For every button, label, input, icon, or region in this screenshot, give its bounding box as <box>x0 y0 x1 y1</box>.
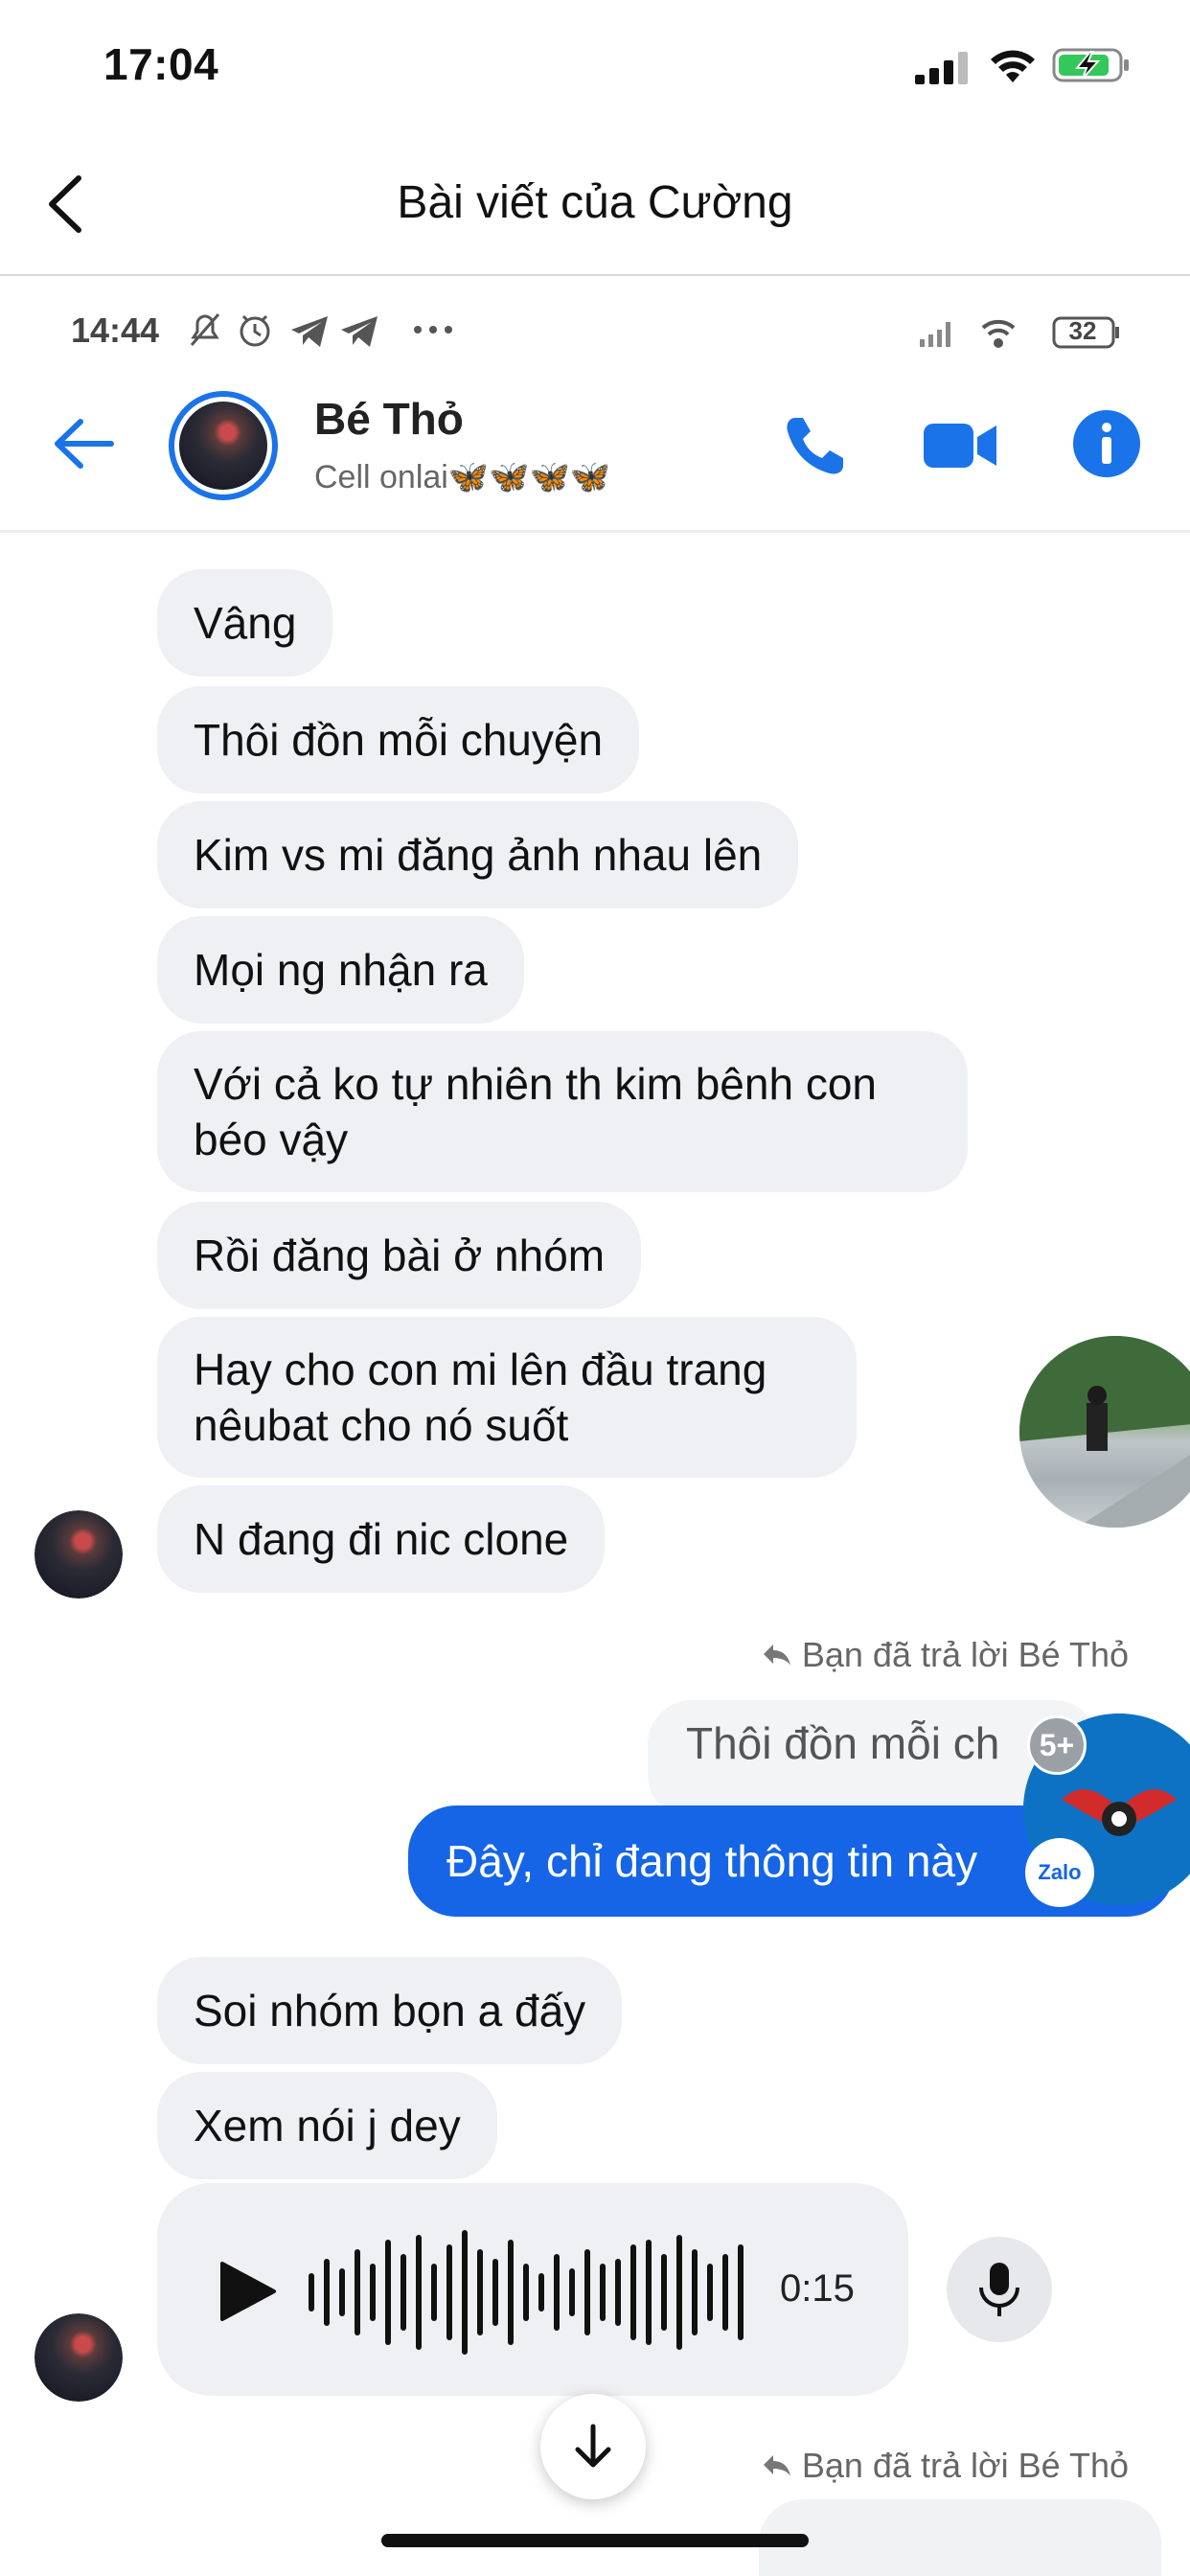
voice-message[interactable]: 0:15 <box>157 2183 908 2396</box>
waveform-bar <box>615 2259 621 2326</box>
message-bubble[interactable]: Kim vs mi đăng ảnh nhau lên <box>157 801 799 908</box>
waveform-bar <box>646 2240 652 2345</box>
ios-status-bar: 17:04 <box>0 0 1190 134</box>
signal-bars-icon <box>920 322 950 347</box>
waveform-bar <box>584 2249 590 2335</box>
message-bubble[interactable]: Với cả ko tự nhiên th kim bênh con béo v… <box>157 1031 968 1192</box>
reply-note: Bạn đã trả lời Bé Thỏ <box>762 1635 1129 1675</box>
chat-header: Bé Thỏ Cell onlai🦋🦋🦋🦋 <box>0 374 1190 533</box>
partial-message-bubble <box>759 2499 1161 2576</box>
waveform-bar <box>554 2254 560 2331</box>
signal-icon <box>915 52 968 84</box>
status-time: 17:04 <box>103 39 219 89</box>
outer-nav-bar: Bài viết của Cường <box>0 134 1190 276</box>
scroll-to-bottom-button[interactable] <box>540 2394 646 2499</box>
waveform-bar <box>431 2264 437 2321</box>
mic-button[interactable] <box>947 2237 1052 2342</box>
photo-image <box>1019 1336 1190 1528</box>
reply-note-text: Bạn đã trả lời Bé Thỏ <box>801 1635 1129 1674</box>
waveform-bar <box>738 2244 744 2340</box>
home-indicator <box>381 2534 809 2547</box>
avatar-image <box>179 402 267 490</box>
waveform-bar <box>508 2240 514 2345</box>
waveform-bar <box>309 2273 314 2312</box>
photo-thumbnail[interactable] <box>1019 1336 1190 1528</box>
page-title: Bài viết của Cường <box>397 177 793 228</box>
waveform-bar <box>630 2244 636 2340</box>
sender-avatar[interactable] <box>34 2313 123 2402</box>
reply-note: Bạn đã trả lời Bé Thỏ <box>762 2446 1129 2486</box>
waveform-bar <box>707 2264 713 2321</box>
waveform-bar <box>385 2240 391 2345</box>
phone-icon[interactable] <box>782 412 849 479</box>
embedded-status-time: 14:44 <box>71 310 160 350</box>
contact-status: Cell onlai🦋🦋🦋🦋 <box>314 459 611 495</box>
waveform-bar <box>339 2268 345 2316</box>
wifi-small-icon <box>981 319 1016 348</box>
video-icon[interactable] <box>922 414 998 477</box>
contact-name[interactable]: Bé Thỏ <box>314 393 464 445</box>
waveform-bar <box>722 2254 728 2331</box>
embedded-status-bar: 14:44 32 <box>0 288 1190 374</box>
zalo-app-badge: Zalo <box>1025 1838 1094 1907</box>
waveform-bar <box>492 2259 498 2326</box>
battery-level: 32 <box>1068 316 1097 345</box>
voice-duration: 0:15 <box>780 2267 855 2310</box>
arrow-down-icon <box>575 2424 611 2468</box>
mic-icon <box>979 2263 1019 2316</box>
waveform-bar <box>324 2259 330 2326</box>
play-icon[interactable] <box>215 2260 278 2323</box>
waveform-bar <box>462 2230 468 2355</box>
waveform-bar <box>446 2244 452 2340</box>
message-bubble[interactable]: Rồi đăng bài ở nhóm <box>157 1202 642 1309</box>
reply-note-text: Bạn đã trả lời Bé Thỏ <box>801 2446 1129 2485</box>
reply-icon <box>763 1644 790 1666</box>
info-icon[interactable] <box>1071 408 1142 479</box>
waveform-bar <box>538 2273 544 2312</box>
more-icon <box>414 326 452 334</box>
waveform-bar <box>692 2249 698 2335</box>
telegram-icon-2 <box>341 316 378 347</box>
message-bubble[interactable]: Mọi ng nhận ra <box>157 916 524 1024</box>
message-bubble[interactable]: Soi nhóm bọn a đấy <box>157 1957 623 2064</box>
message-bubble[interactable]: Xem nói j dey <box>157 2072 497 2179</box>
reply-icon <box>763 2455 790 2476</box>
waveform-bar <box>661 2254 667 2331</box>
message-bubble[interactable]: Hay cho con mi lên đầu trang nêubat cho … <box>157 1317 857 1478</box>
wifi-icon <box>991 50 1035 82</box>
waveform-bar <box>676 2235 682 2350</box>
notification-icons <box>190 313 452 347</box>
message-bubble[interactable]: Thôi đồn mỗi chuyện <box>157 686 640 794</box>
waveform-bar <box>569 2268 575 2316</box>
sender-avatar[interactable] <box>34 1510 123 1598</box>
waveform-bar <box>416 2235 422 2350</box>
arrow-left-icon[interactable] <box>52 416 115 472</box>
mute-icon <box>190 313 220 346</box>
waveform-bar <box>477 2249 483 2335</box>
message-bubble[interactable]: N đang đi nic clone <box>157 1485 606 1593</box>
contact-avatar[interactable] <box>169 391 278 500</box>
waveform-bar <box>370 2264 376 2321</box>
battery-charging-icon <box>1052 48 1129 82</box>
message-bubble[interactable]: Vâng <box>157 569 333 677</box>
waveform-bar <box>523 2264 529 2321</box>
telegram-icon <box>291 316 328 347</box>
waveform-bar <box>400 2254 406 2331</box>
unread-count-badge: 5+ <box>1027 1715 1087 1775</box>
waveform-bar <box>600 2264 606 2321</box>
alarm-icon <box>240 314 270 347</box>
waveform-bar <box>355 2249 360 2335</box>
